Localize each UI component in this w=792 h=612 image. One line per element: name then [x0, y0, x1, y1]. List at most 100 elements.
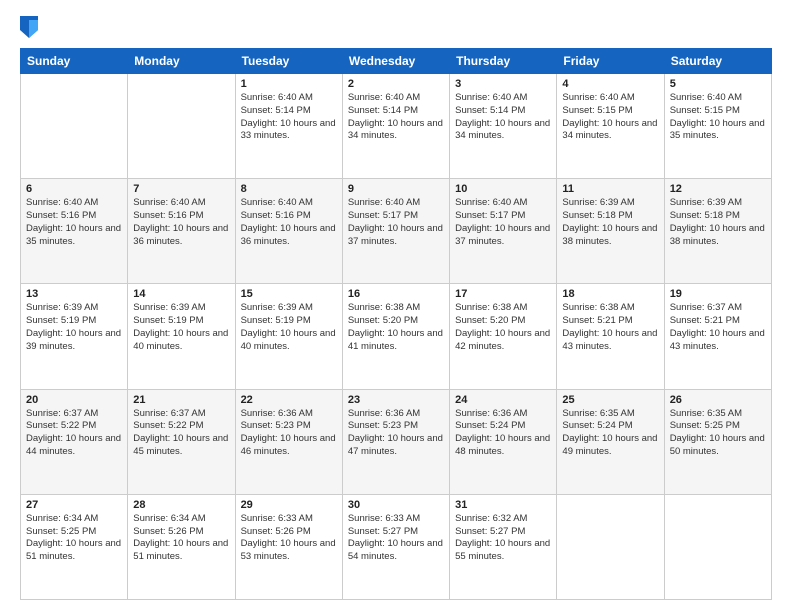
day-info: Sunrise: 6:34 AM Sunset: 5:25 PM Dayligh…	[26, 513, 122, 564]
calendar-header-cell: Sunday	[21, 49, 128, 74]
day-info: Sunrise: 6:38 AM Sunset: 5:20 PM Dayligh…	[455, 302, 551, 353]
calendar-day-cell: 16 Sunrise: 6:38 AM Sunset: 5:20 PM Dayli…	[342, 284, 449, 389]
day-number: 21	[133, 394, 229, 406]
day-info: Sunrise: 6:39 AM Sunset: 5:19 PM Dayligh…	[26, 302, 122, 353]
day-info: Sunrise: 6:36 AM Sunset: 5:23 PM Dayligh…	[241, 408, 337, 459]
day-info: Sunrise: 6:40 AM Sunset: 5:14 PM Dayligh…	[241, 92, 337, 143]
calendar-day-cell: 18 Sunrise: 6:38 AM Sunset: 5:21 PM Dayli…	[557, 284, 664, 389]
day-number: 5	[670, 78, 766, 90]
calendar-day-cell: 3Sunrise: 6:40 AM Sunset: 5:14 PM Daylig…	[450, 74, 557, 179]
logo	[20, 16, 40, 38]
calendar-day-cell: 10 Sunrise: 6:40 AM Sunset: 5:17 PM Dayli…	[450, 179, 557, 284]
calendar-day-cell: 26 Sunrise: 6:35 AM Sunset: 5:25 PM Dayli…	[664, 389, 771, 494]
day-number: 26	[670, 394, 766, 406]
day-info: Sunrise: 6:40 AM Sunset: 5:15 PM Dayligh…	[670, 92, 766, 143]
calendar-week-row: 1 Sunrise: 6:40 AM Sunset: 5:14 PM Daylig…	[21, 74, 772, 179]
calendar-day-cell: 15 Sunrise: 6:39 AM Sunset: 5:19 PM Dayli…	[235, 284, 342, 389]
day-info: Sunrise: 6:35 AM Sunset: 5:24 PM Dayligh…	[562, 408, 658, 459]
calendar-day-cell: 2 Sunrise: 6:40 AM Sunset: 5:14 PM Daylig…	[342, 74, 449, 179]
day-info: Sunrise: 6:40 AM Sunset: 5:17 PM Dayligh…	[348, 197, 444, 248]
calendar-day-cell: 11Sunrise: 6:39 AM Sunset: 5:18 PM Dayli…	[557, 179, 664, 284]
day-number: 10	[455, 183, 551, 195]
day-info: Sunrise: 6:37 AM Sunset: 5:22 PM Dayligh…	[133, 408, 229, 459]
day-info: Sunrise: 6:39 AM Sunset: 5:19 PM Dayligh…	[133, 302, 229, 353]
calendar-day-cell: 6Sunrise: 6:40 AM Sunset: 5:16 PM Daylig…	[21, 179, 128, 284]
calendar-day-cell	[557, 494, 664, 599]
day-number: 23	[348, 394, 444, 406]
day-info: Sunrise: 6:40 AM Sunset: 5:15 PM Dayligh…	[562, 92, 658, 143]
day-number: 15	[241, 288, 337, 300]
calendar-day-cell: 22Sunrise: 6:36 AM Sunset: 5:23 PM Dayli…	[235, 389, 342, 494]
day-number: 2	[348, 78, 444, 90]
day-info: Sunrise: 6:38 AM Sunset: 5:20 PM Dayligh…	[348, 302, 444, 353]
day-info: Sunrise: 6:33 AM Sunset: 5:26 PM Dayligh…	[241, 513, 337, 564]
day-number: 16	[348, 288, 444, 300]
calendar-table: SundayMondayTuesdayWednesdayThursdayFrid…	[20, 48, 772, 600]
calendar-day-cell	[21, 74, 128, 179]
calendar-day-cell: 14 Sunrise: 6:39 AM Sunset: 5:19 PM Dayli…	[128, 284, 235, 389]
day-number: 4	[562, 78, 658, 90]
calendar-day-cell: 24 Sunrise: 6:36 AM Sunset: 5:24 PM Dayli…	[450, 389, 557, 494]
calendar-header-cell: Saturday	[664, 49, 771, 74]
day-info: Sunrise: 6:37 AM Sunset: 5:21 PM Dayligh…	[670, 302, 766, 353]
calendar-day-cell: 4 Sunrise: 6:40 AM Sunset: 5:15 PM Daylig…	[557, 74, 664, 179]
day-number: 24	[455, 394, 551, 406]
day-info: Sunrise: 6:40 AM Sunset: 5:14 PM Dayligh…	[348, 92, 444, 143]
calendar-day-cell: 25 Sunrise: 6:35 AM Sunset: 5:24 PM Dayli…	[557, 389, 664, 494]
calendar-day-cell: 1 Sunrise: 6:40 AM Sunset: 5:14 PM Daylig…	[235, 74, 342, 179]
day-info: Sunrise: 6:40 AM Sunset: 5:16 PM Dayligh…	[133, 197, 229, 248]
calendar-day-cell: 21 Sunrise: 6:37 AM Sunset: 5:22 PM Dayli…	[128, 389, 235, 494]
day-info: Sunrise: 6:32 AM Sunset: 5:27 PM Dayligh…	[455, 513, 551, 564]
day-number: 9	[348, 183, 444, 195]
calendar-day-cell: 23 Sunrise: 6:36 AM Sunset: 5:23 PM Dayli…	[342, 389, 449, 494]
day-number: 7	[133, 183, 229, 195]
calendar-week-row: 20Sunrise: 6:37 AM Sunset: 5:22 PM Dayli…	[21, 389, 772, 494]
day-info: Sunrise: 6:40 AM Sunset: 5:17 PM Dayligh…	[455, 197, 551, 248]
day-number: 11	[562, 183, 658, 195]
day-info: Sunrise: 6:38 AM Sunset: 5:21 PM Dayligh…	[562, 302, 658, 353]
day-number: 25	[562, 394, 658, 406]
day-number: 29	[241, 499, 337, 511]
logo-icon	[20, 16, 38, 38]
day-number: 1	[241, 78, 337, 90]
day-info: Sunrise: 6:37 AM Sunset: 5:22 PM Dayligh…	[26, 408, 122, 459]
header	[20, 16, 772, 38]
day-info: Sunrise: 6:34 AM Sunset: 5:26 PM Dayligh…	[133, 513, 229, 564]
day-number: 14	[133, 288, 229, 300]
day-number: 19	[670, 288, 766, 300]
calendar-header-cell: Monday	[128, 49, 235, 74]
calendar-week-row: 27 Sunrise: 6:34 AM Sunset: 5:25 PM Dayli…	[21, 494, 772, 599]
calendar-day-cell: 7 Sunrise: 6:40 AM Sunset: 5:16 PM Daylig…	[128, 179, 235, 284]
day-number: 28	[133, 499, 229, 511]
calendar-day-cell: 12 Sunrise: 6:39 AM Sunset: 5:18 PM Dayli…	[664, 179, 771, 284]
calendar-day-cell: 9 Sunrise: 6:40 AM Sunset: 5:17 PM Daylig…	[342, 179, 449, 284]
calendar-week-row: 6 Sunrise: 6:40 AM Sunset: 5:16 PM Daylig…	[21, 179, 772, 284]
calendar-day-cell: 17 Sunrise: 6:38 AM Sunset: 5:20 PM Dayli…	[450, 284, 557, 389]
calendar-day-cell: 8 Sunrise: 6:40 AM Sunset: 5:16 PM Daylig…	[235, 179, 342, 284]
day-info: Sunrise: 6:40 AM Sunset: 5:16 PM Dayligh…	[241, 197, 337, 248]
day-number: 13	[26, 288, 122, 300]
calendar-day-cell: 5 Sunrise: 6:40 AM Sunset: 5:15 PM Daylig…	[664, 74, 771, 179]
day-number: 17	[455, 288, 551, 300]
calendar-day-cell: 19 Sunrise: 6:37 AM Sunset: 5:21 PM Dayli…	[664, 284, 771, 389]
calendar-day-cell	[664, 494, 771, 599]
day-info: Sunrise: 6:35 AM Sunset: 5:25 PM Dayligh…	[670, 408, 766, 459]
day-number: 6	[26, 183, 122, 195]
day-number: 3	[455, 78, 551, 90]
calendar-day-cell: 27 Sunrise: 6:34 AM Sunset: 5:25 PM Dayli…	[21, 494, 128, 599]
day-info: Sunrise: 6:39 AM Sunset: 5:18 PM Dayligh…	[670, 197, 766, 248]
day-info: Sunrise: 6:36 AM Sunset: 5:24 PM Dayligh…	[455, 408, 551, 459]
day-number: 8	[241, 183, 337, 195]
page: SundayMondayTuesdayWednesdayThursdayFrid…	[0, 0, 792, 612]
calendar-header-cell: Wednesday	[342, 49, 449, 74]
day-number: 12	[670, 183, 766, 195]
calendar-header-cell: Thursday	[450, 49, 557, 74]
day-number: 27	[26, 499, 122, 511]
calendar-day-cell: 31Sunrise: 6:32 AM Sunset: 5:27 PM Dayli…	[450, 494, 557, 599]
day-info: Sunrise: 6:36 AM Sunset: 5:23 PM Dayligh…	[348, 408, 444, 459]
calendar-week-row: 13 Sunrise: 6:39 AM Sunset: 5:19 PM Dayli…	[21, 284, 772, 389]
calendar-day-cell	[128, 74, 235, 179]
calendar-header-row: SundayMondayTuesdayWednesdayThursdayFrid…	[21, 49, 772, 74]
day-info: Sunrise: 6:39 AM Sunset: 5:19 PM Dayligh…	[241, 302, 337, 353]
day-number: 18	[562, 288, 658, 300]
